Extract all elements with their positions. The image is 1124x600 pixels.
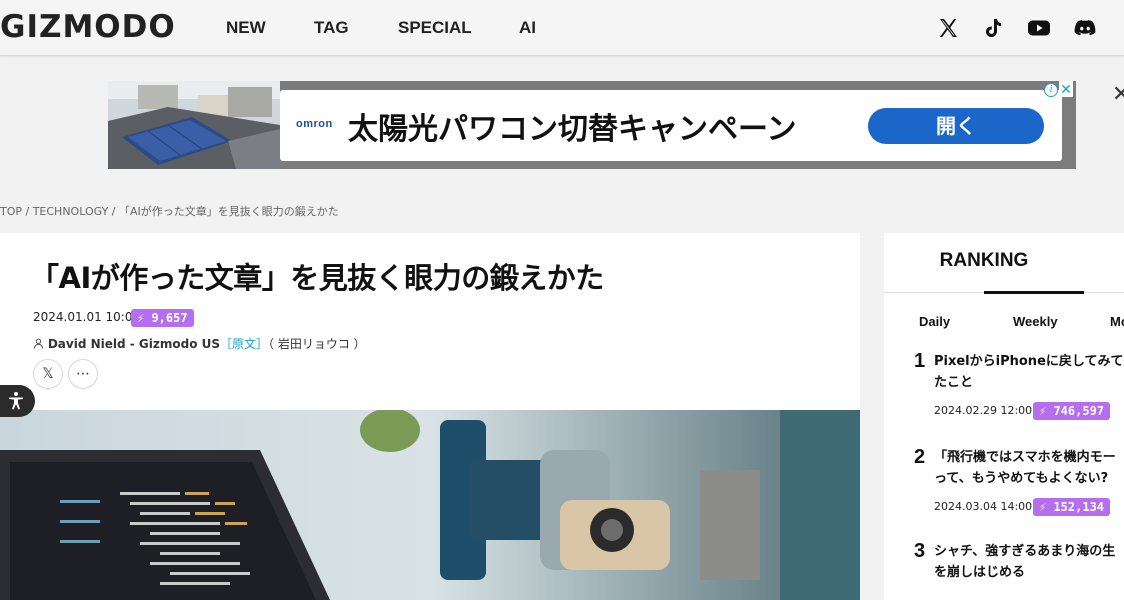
tiktok-icon[interactable] xyxy=(981,16,1005,40)
rank-number: 1 xyxy=(914,350,926,372)
rank-headline[interactable]: シャチ、強すぎるあまり海の生 を崩しはじめる xyxy=(934,541,1124,583)
tab-monthly[interactable]: Mo xyxy=(1110,314,1124,329)
ad-banner[interactable]: omron 太陽光パワコン切替キャンペーン 開く i ✕ xyxy=(108,81,1076,169)
ranking-title: RANKING xyxy=(939,250,1029,271)
breadcrumb[interactable]: TOP / TECHNOLOGY / 「AIが作った文章」を見抜く眼力の鍛えかた xyxy=(0,203,339,219)
rank-number: 3 xyxy=(914,540,926,562)
article-byline: David Nield - Gizmodo US［原文］（ 岩田リョウコ ） xyxy=(33,335,366,352)
views-badge: ⚡ 9,657 xyxy=(131,309,194,327)
rank-date: 2024.02.29 12:00 xyxy=(934,404,1033,417)
ad-dismiss-icon[interactable]: ✕ xyxy=(1112,82,1124,107)
ranking-item[interactable]: 2 「飛行機ではスマホを機内モー って、もうやめてもよくない? 2024.03.… xyxy=(884,446,1124,526)
rank-headline[interactable]: PixelからiPhoneに戻してみて感 たこと xyxy=(934,351,1124,393)
ad-open-button[interactable]: 開く xyxy=(868,108,1044,144)
rank-views-badge: ⚡ 746,597 xyxy=(1033,402,1111,420)
ad-close-icon[interactable]: ✕ xyxy=(1059,81,1073,97)
nav-item-special[interactable]: SPECIAL xyxy=(398,18,472,38)
translator-name: （ 岩田リョウコ ） xyxy=(268,337,366,351)
nav-item-tag[interactable]: TAG xyxy=(314,18,349,38)
ad-card[interactable]: omron 太陽光パワコン切替キャンペーン 開く xyxy=(280,90,1062,161)
accessibility-button[interactable] xyxy=(0,385,35,417)
article-hero-image xyxy=(0,410,860,600)
ranking-active-indicator xyxy=(984,291,1084,294)
discord-icon[interactable] xyxy=(1073,16,1097,40)
youtube-icon[interactable] xyxy=(1027,16,1051,40)
site-header: GIZMODO NEW TAG SPECIAL AI xyxy=(0,0,1124,56)
site-logo[interactable]: GIZMODO xyxy=(0,9,176,45)
article-date: 2024.01.01 10:00 xyxy=(33,310,141,324)
rank-number: 2 xyxy=(914,446,926,468)
ranking-item[interactable]: 1 PixelからiPhoneに戻してみて感 たこと 2024.02.29 12… xyxy=(884,350,1124,430)
person-icon xyxy=(33,338,44,349)
x-icon[interactable] xyxy=(936,16,960,40)
rank-headline[interactable]: 「飛行機ではスマホを機内モー って、もうやめてもよくない? xyxy=(934,447,1124,489)
ad-brand-logo: omron xyxy=(296,118,333,130)
share-more-button[interactable]: ⋯ xyxy=(68,359,98,389)
rank-views-badge: ⚡ 152,134 xyxy=(1033,498,1111,516)
ranking-item[interactable]: 3 シャチ、強すぎるあまり海の生 を崩しはじめる xyxy=(884,540,1124,600)
tab-daily[interactable]: Daily xyxy=(919,314,950,329)
nav-item-ai[interactable]: AI xyxy=(519,18,536,38)
ad-headline: 太陽光パワコン切替キャンペーン xyxy=(348,112,797,147)
author-name[interactable]: David Nield - Gizmodo US xyxy=(48,337,220,351)
tab-weekly[interactable]: Weekly xyxy=(1013,314,1058,329)
original-article-link[interactable]: ［原文］ xyxy=(220,337,268,351)
ranking-sidebar: RANKING Daily Weekly Mo 1 PixelからiPhoneに… xyxy=(884,233,1124,600)
article-card: 「AIが作った文章」を見抜く眼力の鍛えかた 2024.01.01 10:00 ⚡… xyxy=(0,233,860,600)
accessibility-icon xyxy=(9,392,23,410)
nav-item-new[interactable]: NEW xyxy=(226,18,266,38)
rank-date: 2024.03.04 14:00 xyxy=(934,500,1033,513)
ad-info-icon[interactable]: i xyxy=(1044,83,1058,97)
ad-house-image xyxy=(108,81,280,169)
article-title: 「AIが作った文章」を見抜く眼力の鍛えかた xyxy=(30,261,604,295)
share-x-button[interactable]: 𝕏 xyxy=(33,359,63,389)
